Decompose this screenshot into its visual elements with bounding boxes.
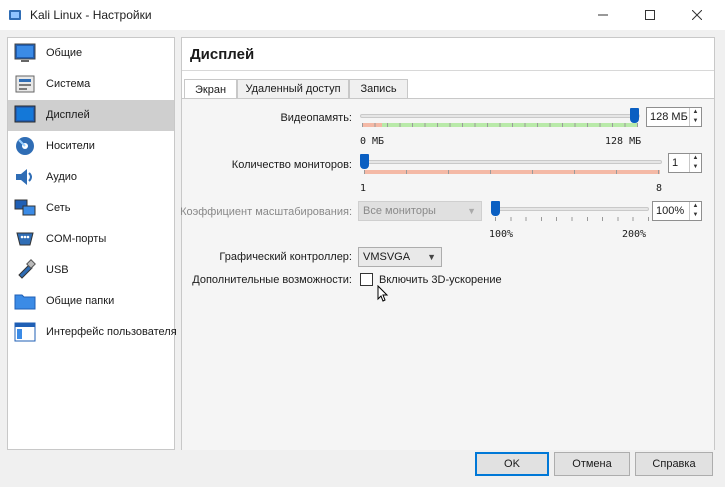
monitor-count-slider-handle[interactable] bbox=[360, 154, 369, 169]
scale-slider-handle[interactable] bbox=[491, 201, 500, 216]
graphics-controller-label: Графический контроллер: bbox=[219, 251, 352, 263]
scale-slider-track[interactable] bbox=[491, 207, 649, 211]
sidebar-item-label: Дисплей bbox=[46, 109, 90, 121]
storage-icon bbox=[16, 137, 34, 155]
maximize-button[interactable] bbox=[627, 0, 673, 30]
video-memory-stepper[interactable]: ▲ ▼ bbox=[689, 108, 701, 126]
video-memory-slider-track[interactable] bbox=[360, 114, 640, 118]
sidebar-item-user-interface[interactable]: Интерфейс пользователя bbox=[8, 317, 177, 348]
general-icon bbox=[14, 43, 36, 62]
sidebar-item-label: Система bbox=[46, 78, 91, 90]
tab-recording[interactable]: Запись bbox=[349, 79, 408, 98]
sidebar-item-label: USB bbox=[46, 264, 69, 276]
sidebar-item-label: Общие папки bbox=[46, 295, 115, 307]
sidebar-item-com-ports[interactable]: COM-порты bbox=[8, 224, 174, 255]
screen-tab-pane: Видеопамять: 0 МБ 128 МБ 128 МБ ▲ ▼ Коли… bbox=[180, 98, 714, 450]
usb-icon bbox=[18, 259, 36, 279]
sidebar-item-general[interactable]: Общие bbox=[8, 38, 174, 69]
shared-folders-icon bbox=[14, 294, 36, 310]
settings-page: Дисплей Экран Удаленный доступ Запись Ви… bbox=[180, 37, 715, 450]
audio-icon bbox=[16, 169, 32, 185]
monitor-count-label: Количество мониторов: bbox=[231, 159, 352, 171]
sidebar-item-label: Общие bbox=[46, 47, 83, 59]
scale-max-label: 200% bbox=[622, 229, 647, 240]
video-memory-min-label: 0 МБ bbox=[360, 136, 385, 147]
sidebar-item-shared-folders[interactable]: Общие папки bbox=[8, 286, 174, 317]
settings-sidebar: Общие Система Дисплей Носители Аудио Сет… bbox=[7, 37, 177, 450]
monitor-count-spinbox[interactable]: 1 ▲ ▼ bbox=[668, 153, 702, 173]
enable-3d-checkbox[interactable] bbox=[360, 273, 373, 286]
sidebar-item-label: Аудио bbox=[46, 171, 78, 183]
cancel-button[interactable]: Отмена bbox=[554, 452, 630, 476]
video-memory-max-label: 128 МБ bbox=[605, 136, 642, 147]
monitor-count-ticks bbox=[364, 170, 660, 174]
help-button[interactable]: Справка bbox=[635, 452, 713, 476]
spin-down-icon[interactable]: ▼ bbox=[690, 163, 701, 172]
scale-min-label: 100% bbox=[489, 229, 514, 240]
sidebar-item-storage[interactable]: Носители bbox=[8, 131, 174, 162]
video-memory-spinbox[interactable]: 128 МБ ▲ ▼ bbox=[646, 107, 702, 127]
scale-monitor-select[interactable]: Все мониторы ▼ bbox=[358, 201, 482, 221]
ok-button[interactable]: OK bbox=[475, 452, 549, 476]
minimize-button[interactable] bbox=[580, 0, 626, 30]
monitor-count-max-label: 8 bbox=[656, 183, 663, 194]
maximize-icon bbox=[645, 10, 655, 20]
scale-monitor-value: Все мониторы bbox=[363, 205, 436, 217]
title-divider bbox=[182, 70, 714, 71]
display-icon bbox=[14, 105, 36, 123]
monitor-count-stepper[interactable]: ▲ ▼ bbox=[689, 154, 701, 172]
graphics-controller-select[interactable]: VMSVGA ▼ bbox=[358, 247, 442, 267]
chevron-down-icon: ▼ bbox=[467, 206, 476, 216]
sidebar-item-label: Интерфейс пользователя bbox=[46, 326, 177, 338]
window-title: Kali Linux - Настройки bbox=[30, 8, 152, 22]
sidebar-item-label: COM-порты bbox=[46, 233, 107, 245]
monitor-count-min-label: 1 bbox=[360, 183, 367, 194]
video-memory-value: 128 МБ bbox=[650, 111, 688, 123]
spin-up-icon[interactable]: ▲ bbox=[690, 202, 701, 211]
page-title: Дисплей bbox=[190, 46, 255, 63]
spin-up-icon[interactable]: ▲ bbox=[690, 154, 701, 163]
enable-3d-checkbox-label[interactable]: Включить 3D-ускорение bbox=[379, 274, 502, 286]
graphics-controller-value: VMSVGA bbox=[363, 251, 411, 263]
close-icon bbox=[692, 10, 702, 20]
tab-remote-display[interactable]: Удаленный доступ bbox=[237, 79, 349, 98]
scale-spinbox[interactable]: 100% ▲ ▼ bbox=[652, 201, 702, 221]
serial-port-icon bbox=[16, 232, 34, 246]
sidebar-item-audio[interactable]: Аудио bbox=[8, 162, 174, 193]
scale-factor-label: Коэффициент масштабирования: bbox=[180, 206, 352, 218]
mouse-cursor-icon bbox=[377, 285, 389, 302]
video-memory-slider-handle[interactable] bbox=[630, 108, 639, 123]
sidebar-item-network[interactable]: Сеть bbox=[8, 193, 174, 224]
user-interface-icon bbox=[14, 322, 36, 342]
video-memory-label: Видеопамять: bbox=[280, 112, 352, 124]
close-button[interactable] bbox=[674, 0, 720, 30]
title-bar: Kali Linux - Настройки bbox=[0, 0, 725, 30]
monitor-count-slider-track[interactable] bbox=[360, 160, 662, 164]
sidebar-item-label: Носители bbox=[46, 140, 95, 152]
sidebar-item-system[interactable]: Система bbox=[8, 69, 174, 100]
network-icon bbox=[14, 199, 36, 216]
video-memory-ticks bbox=[362, 123, 638, 127]
sidebar-item-label: Сеть bbox=[46, 202, 71, 214]
virtualbox-icon bbox=[9, 10, 21, 20]
scale-value: 100% bbox=[656, 205, 685, 217]
system-icon bbox=[15, 75, 35, 93]
extended-features-label: Дополнительные возможности: bbox=[192, 274, 352, 286]
chevron-down-icon: ▼ bbox=[427, 252, 436, 262]
spin-up-icon[interactable]: ▲ bbox=[690, 108, 701, 117]
sidebar-item-display[interactable]: Дисплей bbox=[8, 100, 174, 131]
monitor-count-value: 1 bbox=[672, 157, 679, 169]
scale-ticks bbox=[495, 217, 649, 221]
sidebar-item-usb[interactable]: USB bbox=[8, 255, 174, 286]
minimize-icon bbox=[598, 14, 608, 16]
spin-down-icon[interactable]: ▼ bbox=[690, 117, 701, 126]
tab-screen[interactable]: Экран bbox=[184, 79, 237, 99]
spin-down-icon[interactable]: ▼ bbox=[690, 211, 701, 220]
scale-stepper[interactable]: ▲ ▼ bbox=[689, 202, 701, 220]
